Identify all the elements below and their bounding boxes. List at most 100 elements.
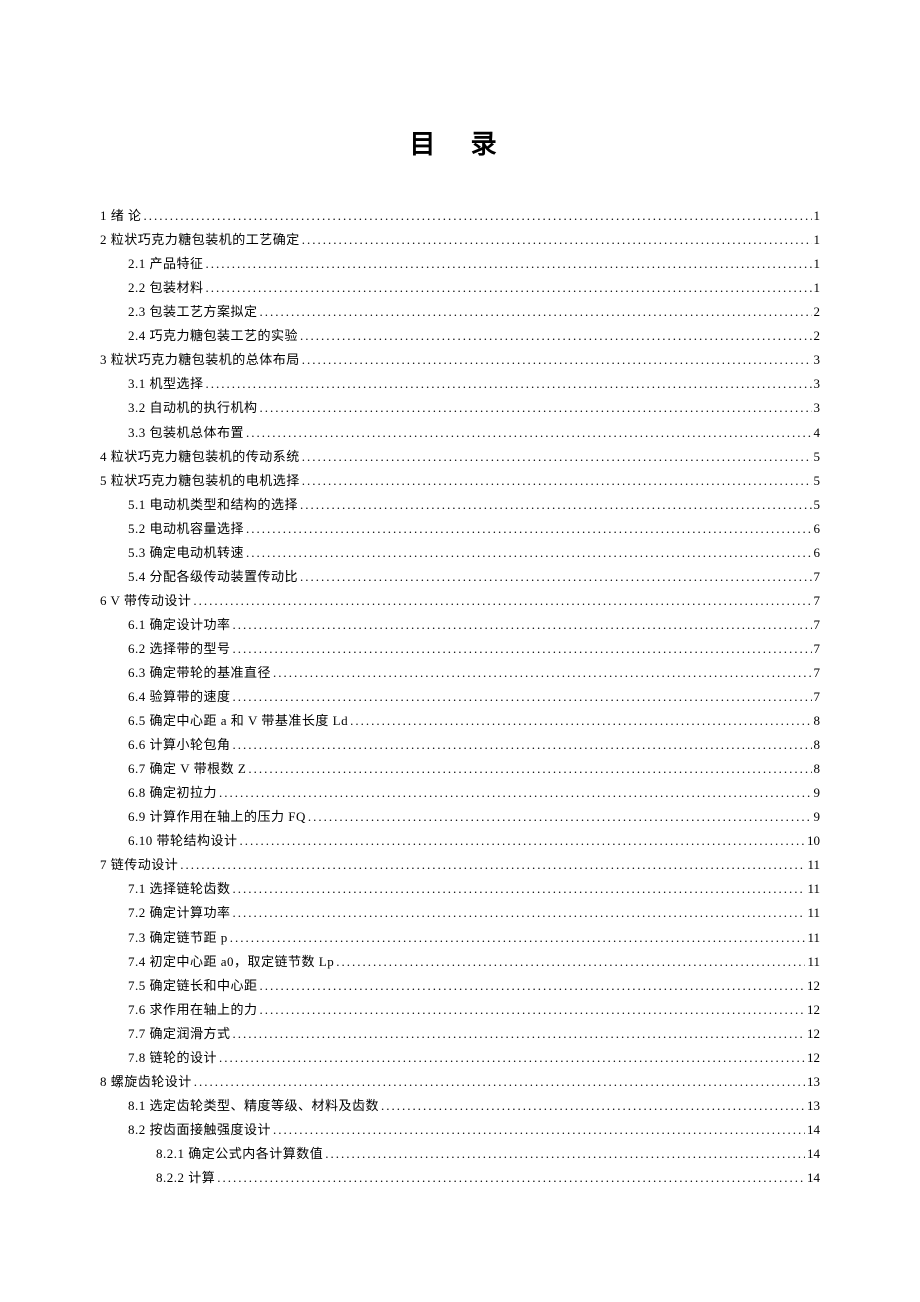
toc-leader-dots [217,1166,805,1190]
toc-entry[interactable]: 7.8 链轮的设计 12 [100,1046,820,1070]
toc-entry-page: 5 [814,493,821,517]
toc-entry[interactable]: 7 链传动设计11 [100,853,820,877]
toc-entry-label: 6.10 带轮结构设计 [128,829,238,853]
toc-leader-dots [233,685,812,709]
toc-leader-dots [300,324,811,348]
toc-entry-label: 6.3 确定带轮的基准直径 [128,661,271,685]
toc-entry[interactable]: 2.2 包装材料1 [100,276,820,300]
toc-entry-page: 12 [807,1022,820,1046]
toc-entry-label: 8.1 选定齿轮类型、精度等级、材料及齿数 [128,1094,379,1118]
toc-entry[interactable]: 7.6 求作用在轴上的力12 [100,998,820,1022]
table-of-contents: 1 绪 论12 粒状巧克力糖包装机的工艺确定12.1 产品特征12.2 包装材料… [100,204,820,1190]
toc-entry-page: 2 [814,300,821,324]
toc-entry[interactable]: 2.3 包装工艺方案拟定2 [100,300,820,324]
toc-entry-page: 6 [814,541,821,565]
toc-entry-page: 9 [814,805,821,829]
toc-entry[interactable]: 6.7 确定 V 带根数 Z8 [100,757,820,781]
toc-entry-label: 6.7 确定 V 带根数 Z [128,757,246,781]
toc-entry[interactable]: 6.8 确定初拉力9 [100,781,820,805]
toc-leader-dots [248,757,811,781]
toc-entry-label: 8.2 按齿面接触强度设计 [128,1118,271,1142]
toc-entry[interactable]: 2 粒状巧克力糖包装机的工艺确定1 [100,228,820,252]
toc-leader-dots [180,853,805,877]
toc-entry[interactable]: 6.9 计算作用在轴上的压力 FQ 9 [100,805,820,829]
toc-entry[interactable]: 5 粒状巧克力糖包装机的电机选择5 [100,469,820,493]
toc-leader-dots [273,1118,805,1142]
toc-leader-dots [194,1070,805,1094]
toc-entry[interactable]: 6.4 验算带的速度 7 [100,685,820,709]
toc-entry-page: 6 [814,517,821,541]
toc-leader-dots [233,901,806,925]
toc-leader-dots [246,517,811,541]
toc-entry-label: 6.4 验算带的速度 [128,685,231,709]
toc-entry[interactable]: 7.1 选择链轮齿数11 [100,877,820,901]
toc-leader-dots [193,589,811,613]
toc-entry-label: 2.1 产品特征 [128,252,204,276]
toc-entry-label: 2.2 包装材料 [128,276,204,300]
toc-entry[interactable]: 6.5 确定中心距 a 和 V 带基准长度 Ld8 [100,709,820,733]
toc-leader-dots [144,204,812,228]
toc-entry-label: 1 绪 论 [100,204,142,228]
toc-entry[interactable]: 6.2 选择带的型号7 [100,637,820,661]
toc-entry[interactable]: 4 粒状巧克力糖包装机的传动系统5 [100,445,820,469]
toc-entry-page: 1 [814,204,821,228]
toc-entry-page: 7 [814,565,821,589]
toc-entry[interactable]: 7.4 初定中心距 a0，取定链节数 Lp11 [100,950,820,974]
toc-entry[interactable]: 7.3 确定链节距 p11 [100,926,820,950]
toc-entry[interactable]: 6 V 带传动设计7 [100,589,820,613]
toc-entry[interactable]: 7.7 确定润滑方式12 [100,1022,820,1046]
toc-entry[interactable]: 2.1 产品特征 1 [100,252,820,276]
toc-entry[interactable]: 5.4 分配各级传动装置传动比7 [100,565,820,589]
toc-entry[interactable]: 8.2.2 计算14 [100,1166,820,1190]
toc-leader-dots [219,1046,805,1070]
toc-entry[interactable]: 8.2 按齿面接触强度设计 14 [100,1118,820,1142]
toc-leader-dots [233,733,812,757]
toc-entry-page: 2 [814,324,821,348]
toc-entry-label: 3.3 包装机总体布置 [128,421,244,445]
toc-entry-label: 3 粒状巧克力糖包装机的总体布局 [100,348,300,372]
toc-entry-label: 5.2 电动机容量选择 [128,517,244,541]
toc-entry[interactable]: 3.3 包装机总体布置4 [100,421,820,445]
toc-leader-dots [381,1094,805,1118]
toc-leader-dots [240,829,805,853]
toc-entry-label: 5.1 电动机类型和结构的选择 [128,493,298,517]
toc-entry[interactable]: 8.1 选定齿轮类型、精度等级、材料及齿数13 [100,1094,820,1118]
toc-entry[interactable]: 2.4 巧克力糖包装工艺的实验2 [100,324,820,348]
toc-entry[interactable]: 7.2 确定计算功率11 [100,901,820,925]
toc-entry[interactable]: 5.1 电动机类型和结构的选择 5 [100,493,820,517]
toc-entry-label: 7.6 求作用在轴上的力 [128,998,258,1022]
toc-entry[interactable]: 6.1 确定设计功率7 [100,613,820,637]
toc-entry-label: 6.2 选择带的型号 [128,637,231,661]
toc-entry[interactable]: 3 粒状巧克力糖包装机的总体布局3 [100,348,820,372]
toc-entry[interactable]: 7.5 确定链长和中心距12 [100,974,820,998]
toc-entry-label: 2 粒状巧克力糖包装机的工艺确定 [100,228,300,252]
toc-entry-page: 7 [814,685,821,709]
page-title: 目 录 [100,120,820,168]
toc-leader-dots [230,926,806,950]
toc-entry-label: 7.8 链轮的设计 [128,1046,217,1070]
toc-entry-label: 7.3 确定链节距 p [128,926,228,950]
toc-entry-label: 6.5 确定中心距 a 和 V 带基准长度 Ld [128,709,348,733]
toc-entry[interactable]: 6.10 带轮结构设计10 [100,829,820,853]
toc-entry[interactable]: 3.2 自动机的执行机构3 [100,396,820,420]
toc-entry[interactable]: 6.6 计算小轮包角8 [100,733,820,757]
toc-entry[interactable]: 8.2.1 确定公式内各计算数值14 [100,1142,820,1166]
toc-entry[interactable]: 8 螺旋齿轮设计13 [100,1070,820,1094]
toc-entry-page: 11 [807,901,820,925]
toc-entry-page: 3 [814,396,821,420]
toc-entry-page: 14 [807,1166,820,1190]
toc-entry-page: 14 [807,1118,820,1142]
toc-entry-label: 6.9 计算作用在轴上的压力 FQ [128,805,306,829]
toc-entry[interactable]: 6.3 确定带轮的基准直径 7 [100,661,820,685]
toc-entry[interactable]: 5.2 电动机容量选择 6 [100,517,820,541]
toc-entry[interactable]: 1 绪 论 1 [100,204,820,228]
toc-entry-page: 12 [807,1046,820,1070]
toc-entry-page: 7 [814,661,821,685]
toc-entry-page: 1 [814,252,821,276]
toc-leader-dots [260,998,805,1022]
toc-entry-label: 3.1 机型选择 [128,372,204,396]
toc-entry[interactable]: 3.1 机型选择3 [100,372,820,396]
toc-leader-dots [302,348,812,372]
toc-entry-page: 7 [814,589,821,613]
toc-entry[interactable]: 5.3 确定电动机转速6 [100,541,820,565]
